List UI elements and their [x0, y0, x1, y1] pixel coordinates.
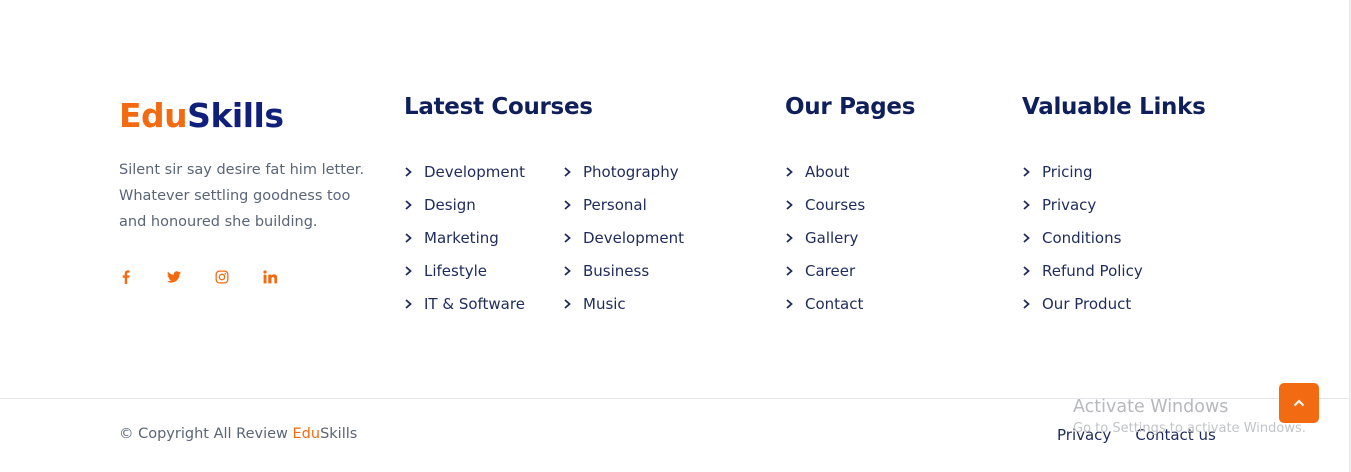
- page-link[interactable]: About: [785, 155, 865, 188]
- course-link-label: Business: [583, 261, 650, 280]
- course-link[interactable]: Design: [404, 188, 525, 221]
- logo-part-skills: Skills: [187, 96, 284, 135]
- valuable-link-label: Privacy: [1042, 195, 1097, 214]
- latest-courses-list-1: Development Design Marketing Lifestyle I…: [404, 155, 525, 320]
- chevron-right-icon: [404, 232, 424, 243]
- our-pages-list: About Courses Gallery Career Contact: [785, 155, 865, 320]
- copyright-text: © Copyright All Review EduSkills: [119, 426, 357, 442]
- scroll-to-top-button[interactable]: [1279, 383, 1319, 423]
- valuable-link[interactable]: Our Product: [1022, 287, 1143, 320]
- course-link-label: Design: [424, 195, 476, 214]
- valuable-links-list: Pricing Privacy Conditions Refund Policy…: [1022, 155, 1143, 320]
- course-link-label: Music: [583, 294, 626, 313]
- course-link[interactable]: Business: [563, 254, 684, 287]
- chevron-right-icon: [404, 298, 424, 309]
- page-link[interactable]: Contact: [785, 287, 865, 320]
- chevron-right-icon: [563, 265, 583, 276]
- course-link[interactable]: Personal: [563, 188, 684, 221]
- copyright-brand-edu: Edu: [292, 426, 321, 442]
- page-link-label: About: [805, 162, 850, 181]
- chevron-right-icon: [785, 232, 805, 243]
- course-link-label: Lifestyle: [424, 261, 488, 280]
- chevron-right-icon: [785, 265, 805, 276]
- valuable-link[interactable]: Pricing: [1022, 155, 1143, 188]
- valuable-link[interactable]: Refund Policy: [1022, 254, 1143, 287]
- course-link-label: Development: [424, 162, 525, 181]
- chevron-right-icon: [1022, 166, 1042, 177]
- chevron-right-icon: [563, 298, 583, 309]
- page-link[interactable]: Courses: [785, 188, 865, 221]
- chevron-up-icon: [1293, 399, 1305, 407]
- footer-logo[interactable]: EduSkills: [119, 96, 284, 135]
- valuable-link-label: Our Product: [1042, 294, 1132, 313]
- facebook-icon[interactable]: [116, 267, 164, 287]
- footer-about-text: Silent sir say desire fat him letter. Wh…: [119, 162, 365, 230]
- course-link[interactable]: Music: [563, 287, 684, 320]
- chevron-right-icon: [563, 199, 583, 210]
- chevron-right-icon: [404, 265, 424, 276]
- activate-windows-title: Activate Windows: [1073, 397, 1229, 417]
- valuable-link[interactable]: Conditions: [1022, 221, 1143, 254]
- activate-windows-subtitle: Go to Settings to activate Windows.: [1073, 421, 1306, 436]
- our-pages-heading: Our Pages: [785, 94, 916, 120]
- chevron-right-icon: [1022, 265, 1042, 276]
- chevron-right-icon: [785, 166, 805, 177]
- valuable-link[interactable]: Privacy: [1022, 188, 1143, 221]
- valuable-link-label: Refund Policy: [1042, 261, 1143, 280]
- linkedin-icon[interactable]: [260, 267, 308, 287]
- instagram-icon[interactable]: [212, 267, 260, 287]
- course-link-label: IT & Software: [424, 294, 525, 313]
- copyright-prefix: © Copyright All Review: [119, 426, 293, 442]
- latest-courses-heading: Latest Courses: [404, 94, 593, 120]
- chevron-right-icon: [785, 199, 805, 210]
- course-link[interactable]: Lifestyle: [404, 254, 525, 287]
- course-link-label: Development: [583, 228, 684, 247]
- chevron-right-icon: [785, 298, 805, 309]
- chevron-right-icon: [1022, 232, 1042, 243]
- course-link[interactable]: Development: [404, 155, 525, 188]
- latest-courses-list-2: Photography Personal Development Busines…: [563, 155, 684, 320]
- chevron-right-icon: [404, 166, 424, 177]
- page-link[interactable]: Career: [785, 254, 865, 287]
- course-link-label: Personal: [583, 195, 647, 214]
- page-link-label: Gallery: [805, 228, 859, 247]
- course-link[interactable]: Development: [563, 221, 684, 254]
- twitter-icon[interactable]: [164, 267, 212, 287]
- social-links: [116, 267, 308, 287]
- course-link-label: Marketing: [424, 228, 499, 247]
- logo-part-edu: Edu: [119, 96, 188, 135]
- course-link[interactable]: IT & Software: [404, 287, 525, 320]
- chevron-right-icon: [404, 199, 424, 210]
- chevron-right-icon: [563, 232, 583, 243]
- course-link[interactable]: Photography: [563, 155, 684, 188]
- valuable-link-label: Pricing: [1042, 162, 1093, 181]
- page-link-label: Courses: [805, 195, 866, 214]
- valuable-link-label: Conditions: [1042, 228, 1122, 247]
- chevron-right-icon: [1022, 199, 1042, 210]
- page-link[interactable]: Gallery: [785, 221, 865, 254]
- course-link-label: Photography: [583, 162, 679, 181]
- chevron-right-icon: [1022, 298, 1042, 309]
- chevron-right-icon: [563, 166, 583, 177]
- page-link-label: Contact: [805, 294, 864, 313]
- copyright-brand-skills: Skills: [320, 426, 358, 442]
- valuable-links-heading: Valuable Links: [1022, 94, 1206, 120]
- page-link-label: Career: [805, 261, 856, 280]
- course-link[interactable]: Marketing: [404, 221, 525, 254]
